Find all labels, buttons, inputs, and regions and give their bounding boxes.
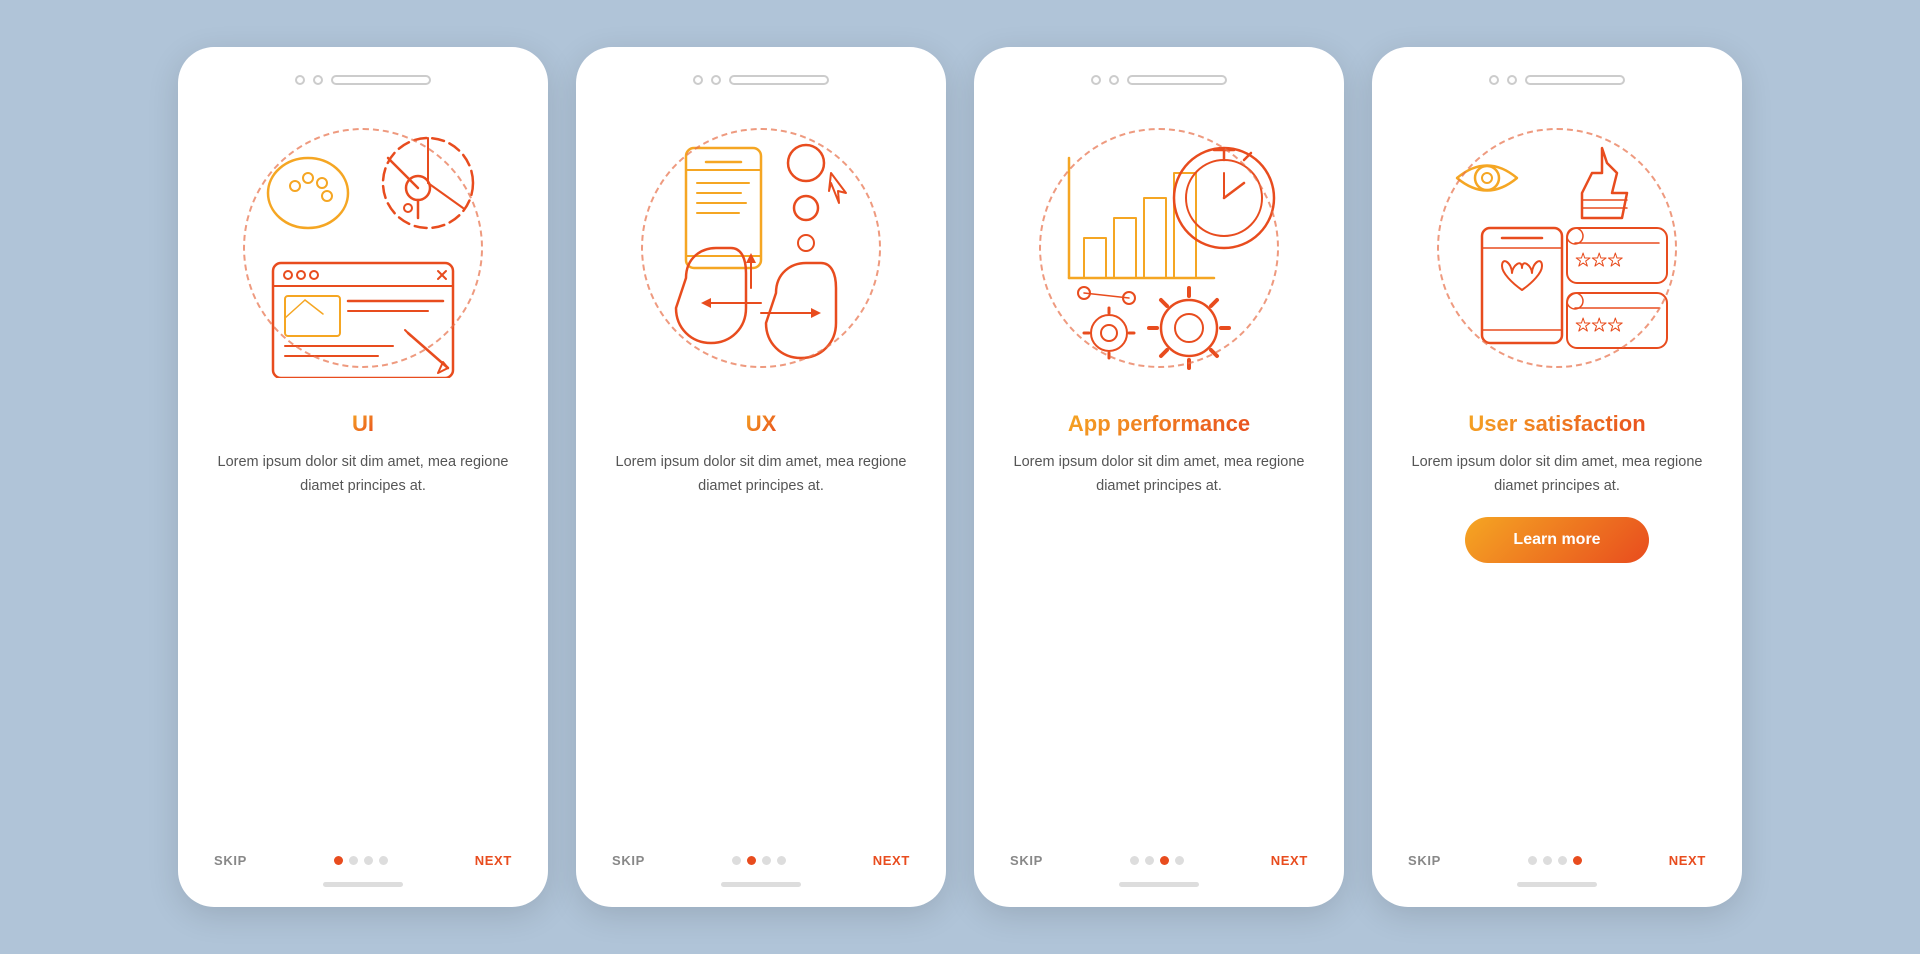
ux-dot-1[interactable] (732, 856, 741, 865)
perf-dots (1130, 856, 1184, 865)
sat-skip-btn[interactable]: SKIP (1408, 853, 1441, 868)
dashed-circle (1039, 128, 1279, 368)
app-performance-card: App performance Lorem ipsum dolor sit di… (974, 47, 1344, 907)
top-dot-2 (1507, 75, 1517, 85)
ui-desc: Lorem ipsum dolor sit dim amet, mea regi… (206, 451, 520, 499)
ux-card: UX Lorem ipsum dolor sit dim amet, mea r… (576, 47, 946, 907)
sat-dot-2[interactable] (1543, 856, 1552, 865)
top-line (331, 75, 431, 85)
top-dot-2 (1109, 75, 1119, 85)
ux-title: UX (746, 411, 777, 437)
perf-dot-4[interactable] (1175, 856, 1184, 865)
perf-nav: SKIP NEXT (1002, 853, 1316, 868)
ux-dots (732, 856, 786, 865)
ux-skip-btn[interactable]: SKIP (612, 853, 645, 868)
ux-nav: SKIP NEXT (604, 853, 918, 868)
ux-dot-4[interactable] (777, 856, 786, 865)
phone-top-ux (693, 75, 829, 85)
top-dot-1 (295, 75, 305, 85)
phone-top-ui (295, 75, 431, 85)
top-dot-1 (1489, 75, 1499, 85)
ui-bottom-bar (323, 882, 403, 887)
dashed-circle (641, 128, 881, 368)
ui-dot-3[interactable] (364, 856, 373, 865)
top-dot-1 (1091, 75, 1101, 85)
ui-illustration (218, 103, 508, 393)
learn-more-button[interactable]: Learn more (1465, 517, 1648, 563)
perf-illustration (1014, 103, 1304, 393)
sat-desc: Lorem ipsum dolor sit dim amet, mea regi… (1400, 451, 1714, 499)
sat-dot-3[interactable] (1558, 856, 1567, 865)
perf-desc: Lorem ipsum dolor sit dim amet, mea regi… (1002, 451, 1316, 499)
sat-nav: SKIP NEXT (1400, 853, 1714, 868)
ui-dot-2[interactable] (349, 856, 358, 865)
ui-nav: SKIP NEXT (206, 853, 520, 868)
sat-dots (1528, 856, 1582, 865)
perf-next-btn[interactable]: NEXT (1271, 853, 1308, 868)
sat-title: User satisfaction (1468, 411, 1645, 437)
ux-dot-2[interactable] (747, 856, 756, 865)
top-line (729, 75, 829, 85)
sat-next-btn[interactable]: NEXT (1669, 853, 1706, 868)
ui-card: UI Lorem ipsum dolor sit dim amet, mea r… (178, 47, 548, 907)
cards-container: UI Lorem ipsum dolor sit dim amet, mea r… (178, 47, 1742, 907)
sat-dot-4[interactable] (1573, 856, 1582, 865)
ui-dots (334, 856, 388, 865)
ui-dot-1[interactable] (334, 856, 343, 865)
perf-skip-btn[interactable]: SKIP (1010, 853, 1043, 868)
perf-title: App performance (1068, 411, 1250, 437)
top-line (1525, 75, 1625, 85)
sat-bottom-bar (1517, 882, 1597, 887)
perf-bottom-bar (1119, 882, 1199, 887)
ui-dot-4[interactable] (379, 856, 388, 865)
perf-dot-3[interactable] (1160, 856, 1169, 865)
perf-dot-2[interactable] (1145, 856, 1154, 865)
ui-title: UI (352, 411, 374, 437)
ux-bottom-bar (721, 882, 801, 887)
top-dot-2 (313, 75, 323, 85)
top-dot-1 (693, 75, 703, 85)
ux-dot-3[interactable] (762, 856, 771, 865)
sat-dot-1[interactable] (1528, 856, 1537, 865)
dashed-circle (1437, 128, 1677, 368)
user-satisfaction-card: ★★★ ★★★ User satisfaction Lorem ipsum do… (1372, 47, 1742, 907)
dashed-circle (243, 128, 483, 368)
perf-dot-1[interactable] (1130, 856, 1139, 865)
top-line (1127, 75, 1227, 85)
phone-top-perf (1091, 75, 1227, 85)
sat-illustration: ★★★ ★★★ (1412, 103, 1702, 393)
ux-desc: Lorem ipsum dolor sit dim amet, mea regi… (604, 451, 918, 499)
top-dot-2 (711, 75, 721, 85)
phone-top-sat (1489, 75, 1625, 85)
ux-next-btn[interactable]: NEXT (873, 853, 910, 868)
ux-illustration (616, 103, 906, 393)
ui-next-btn[interactable]: NEXT (475, 853, 512, 868)
ui-skip-btn[interactable]: SKIP (214, 853, 247, 868)
